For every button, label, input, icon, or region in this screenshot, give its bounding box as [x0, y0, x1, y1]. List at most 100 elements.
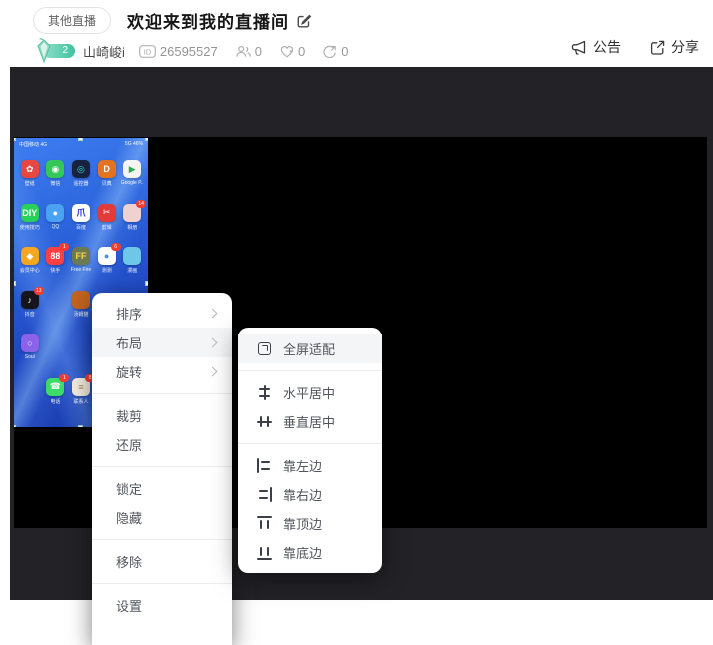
selection-handle[interactable]: [78, 138, 83, 141]
layout-submenu-item[interactable]: 垂直居中: [238, 407, 382, 436]
phone-app: ☎ 1 电话: [43, 378, 69, 422]
alignment-icon: [257, 516, 272, 531]
header-actions: 公告 分享: [570, 37, 699, 57]
phone-app: FF Free Fire: [68, 247, 94, 291]
context-menu-item[interactable]: 锁定: [92, 474, 232, 503]
phone-app-label: Google P..: [121, 180, 144, 186]
phone-status-left: 中国移动 4G: [19, 141, 47, 148]
context-menu-item[interactable]: [92, 393, 232, 394]
alignment-icon: [257, 458, 272, 473]
layout-submenu-item[interactable]: 靠顶边: [238, 509, 382, 538]
context-menu-item[interactable]: 移除: [92, 547, 232, 576]
streamer-name: 山崎峻i: [83, 42, 125, 61]
heart-icon: [279, 44, 295, 59]
selection-handle[interactable]: [14, 281, 16, 286]
share-icon: [649, 39, 666, 56]
phone-app-label: 剪辑: [102, 224, 112, 231]
phone-app-icon: ●: [46, 204, 64, 222]
notification-badge: 6: [111, 243, 121, 251]
megaphone-icon: [570, 39, 588, 56]
phone-app-icon: ◉: [46, 160, 64, 178]
chevron-right-icon: [208, 367, 218, 377]
phone-app: ♪ 13 抖音: [17, 291, 43, 335]
other-live-button[interactable]: 其他直播: [33, 7, 111, 34]
phone-app: ◆ 会员中心: [17, 247, 43, 291]
layout-submenu: 全屏适配 水平居中 垂直居中 靠左边 靠右边: [238, 328, 382, 573]
phone-app-icon: [123, 247, 141, 265]
phone-app-label: 使用技巧: [20, 224, 40, 231]
phone-app-label: QQ: [52, 224, 60, 230]
phone-app-icon: FF: [72, 247, 90, 265]
context-menu-item[interactable]: [92, 466, 232, 467]
phone-app-label: 贝典: [102, 180, 112, 187]
edit-title-icon[interactable]: [296, 13, 312, 29]
phone-app: ◎ 遥控器: [68, 160, 94, 204]
selection-handle[interactable]: [145, 138, 148, 141]
phone-app-label: 壁纸: [25, 180, 35, 187]
share-count-value: 0: [341, 44, 348, 59]
context-menu-item[interactable]: 布局: [92, 328, 232, 357]
selection-handle[interactable]: [14, 138, 16, 141]
phone-app-icon: ♪ 13: [21, 291, 39, 309]
phone-app: 88 1 快手: [43, 247, 69, 291]
selection-handle[interactable]: [145, 281, 148, 286]
layout-submenu-item[interactable]: [238, 443, 382, 444]
phone-app-icon: D: [98, 160, 116, 178]
phone-app-icon: ◎: [72, 160, 90, 178]
phone-app: 汤姆猫: [68, 291, 94, 335]
share-button[interactable]: 分享: [649, 37, 699, 57]
phone-app: DIY 使用技巧: [17, 204, 43, 248]
alignment-icon: [257, 545, 272, 560]
notification-badge: 13: [34, 287, 44, 295]
context-menu-item[interactable]: 旋转: [92, 357, 232, 386]
like-count-value: 0: [298, 44, 305, 59]
phone-app-icon: DIY: [21, 204, 39, 222]
layout-submenu-item[interactable]: [238, 370, 382, 371]
layout-submenu-item[interactable]: 靠底边: [238, 538, 382, 567]
context-menu-item[interactable]: [92, 583, 232, 584]
svg-text:ID: ID: [144, 47, 152, 56]
phone-app-label: 相册: [127, 224, 137, 231]
id-badge-icon: ID: [139, 45, 156, 58]
phone-app-icon: 88 1: [46, 247, 64, 265]
announcement-button[interactable]: 公告: [570, 37, 621, 57]
notification-badge: 14: [136, 200, 146, 208]
phone-app: ≡ 8 联系人: [68, 378, 94, 422]
phone-app: 14 相册: [119, 204, 145, 248]
context-menu-item[interactable]: 排序: [92, 299, 232, 328]
phone-app-label: 电话: [50, 398, 60, 405]
layout-submenu-item[interactable]: 全屏适配: [238, 334, 382, 363]
phone-app: ● 6 测测: [94, 247, 120, 291]
announcement-label: 公告: [593, 37, 621, 57]
phone-app: ◉ 微信: [43, 160, 69, 204]
viewer-count: 0: [235, 44, 262, 59]
context-menu-item[interactable]: 还原: [92, 430, 232, 459]
like-count: 0: [279, 44, 305, 59]
layout-submenu-item[interactable]: 靠左边: [238, 451, 382, 480]
phone-app-label: 百度: [76, 224, 86, 231]
alignment-icon: [257, 414, 272, 429]
room-id-value: 26595527: [160, 44, 218, 59]
source-context-menu: 排序 布局 旋转 裁剪 还原 锁: [92, 293, 232, 645]
layout-submenu-item[interactable]: 靠右边: [238, 480, 382, 509]
phone-app: ✂ 剪辑: [94, 204, 120, 248]
selection-handle[interactable]: [14, 425, 16, 427]
viewers-icon: [235, 44, 252, 59]
selection-handle[interactable]: [78, 425, 83, 427]
phone-app-label: 汤姆猫: [73, 311, 88, 318]
alignment-icon: [257, 487, 272, 502]
chevron-right-icon: [208, 309, 218, 319]
phone-app-label: 遥控器: [73, 180, 88, 187]
layout-submenu-item[interactable]: 水平居中: [238, 378, 382, 407]
phone-app: ○ Soul: [17, 334, 43, 378]
context-menu-item[interactable]: 隐藏: [92, 503, 232, 532]
page-title: 欢迎来到我的直播间: [127, 8, 289, 33]
phone-app-icon: ◆: [21, 247, 39, 265]
context-menu-item[interactable]: 设置: [92, 591, 232, 620]
context-menu-item[interactable]: [92, 539, 232, 540]
share-label: 分享: [671, 37, 699, 57]
phone-app-icon: 14: [123, 204, 141, 222]
header-top-row: 其他直播 欢迎来到我的直播间: [0, 0, 713, 34]
context-menu-item[interactable]: 裁剪: [92, 401, 232, 430]
avatar[interactable]: 2: [33, 38, 79, 64]
